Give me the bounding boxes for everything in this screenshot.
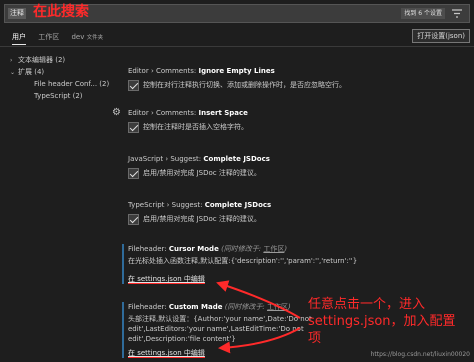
instruction-annotation: 任意点击一个，进入settings.json，加入配置项 (308, 297, 456, 346)
modified-in-link[interactable]: 工作区 (263, 245, 284, 253)
filter-icon[interactable] (451, 8, 463, 19)
tree-item-extensions[interactable]: ⌄ 扩展 (4) (0, 66, 112, 78)
result-count-badge: 找到 6 个设置 (401, 8, 445, 19)
tree-item-typescript[interactable]: TypeScript (2) (0, 90, 112, 102)
checkbox[interactable] (128, 167, 139, 179)
watermark: https://blog.csdn.net/liuxin00020 (370, 351, 470, 358)
tabs-divider (0, 46, 474, 47)
modified-in-link[interactable]: 工作区 (267, 303, 288, 311)
edit-in-settings-json-link[interactable]: 在 settings.json 中编辑 (128, 274, 205, 284)
search-annotation: 在此搜索 (33, 4, 89, 20)
setting-ts-complete-jsdocs: TypeScript › Suggest: Complete JSDocs 启用… (128, 201, 272, 225)
chevron-down-icon: ⌄ (10, 69, 16, 76)
checkbox[interactable] (128, 121, 139, 133)
tree-item-file-header[interactable]: File header Conf... (2) (0, 78, 112, 90)
setting-fileheader-cursor-mode: Fileheader: Cursor Mode (同时修改于: 工作区) 在光标… (122, 244, 472, 284)
tab-user[interactable]: 用户 (12, 31, 26, 45)
setting-js-complete-jsdocs: JavaScript › Suggest: Complete JSDocs 启用… (128, 155, 270, 179)
settings-scope-tabs: 用户 工作区 dev 文件夹 (12, 31, 113, 45)
edit-in-settings-json-link[interactable]: 在 settings.json 中编辑 (128, 348, 205, 358)
setting-ignore-empty-lines: Editor › Comments: Ignore Empty Lines 控制… (128, 67, 346, 91)
tab-folder-dev[interactable]: dev 文件夹 (71, 31, 103, 44)
checkbox[interactable] (128, 79, 139, 91)
tree-item-text-editor[interactable]: › 文本编辑器 (2) (0, 54, 112, 66)
tab-workspace[interactable]: 工作区 (38, 31, 59, 43)
settings-search-bar[interactable]: 注释 在此搜索 找到 6 个设置 (4, 4, 470, 23)
checkbox[interactable] (128, 213, 139, 225)
gear-icon[interactable]: ⚙ (112, 108, 122, 118)
open-settings-json-button[interactable]: 打开设置(json) (412, 29, 470, 43)
setting-insert-space: Editor › Comments: Insert Space 控制在注释时是否… (128, 109, 248, 133)
settings-tree: › 文本编辑器 (2) ⌄ 扩展 (4) File header Conf... (… (0, 54, 112, 102)
search-input[interactable]: 注释 (8, 8, 26, 19)
